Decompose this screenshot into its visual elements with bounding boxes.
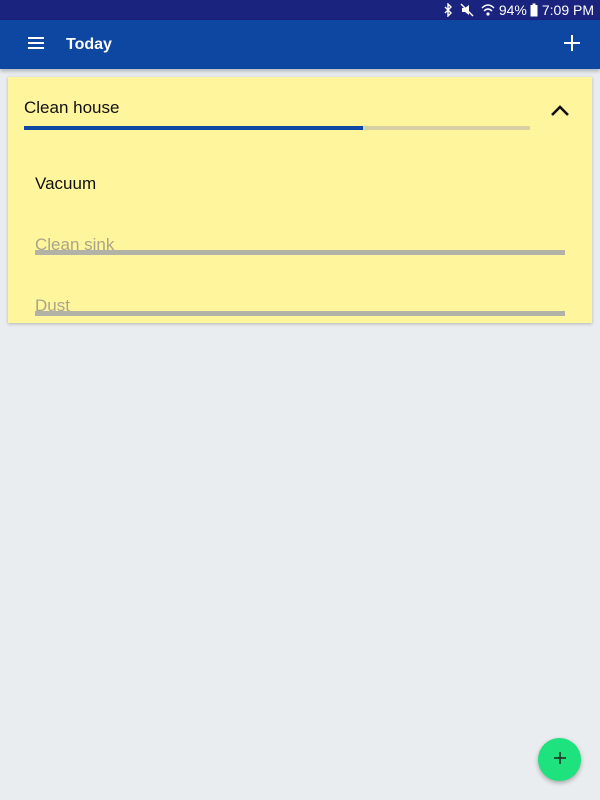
plus-icon xyxy=(564,34,580,56)
chevron-up-icon xyxy=(550,104,570,122)
menu-button[interactable] xyxy=(22,31,50,59)
battery-percent: 94% xyxy=(498,2,527,18)
subtask-item[interactable]: Clean sink xyxy=(24,220,574,270)
task-title: Clean house xyxy=(24,98,120,117)
mute-icon xyxy=(460,0,474,20)
subtask-label: Vacuum xyxy=(35,174,97,193)
collapse-button[interactable] xyxy=(546,101,574,125)
app-bar: Today xyxy=(0,20,600,69)
add-task-button[interactable] xyxy=(558,31,586,59)
page-title: Today xyxy=(66,36,112,53)
screen: 94% 7:09 PM Today Clean house Vacuum Cle… xyxy=(0,0,600,800)
bluetooth-icon xyxy=(443,0,453,20)
task-card[interactable]: Clean house Vacuum Clean sink Dust xyxy=(8,77,592,323)
hamburger-menu-icon xyxy=(28,36,44,54)
task-progress-bar xyxy=(24,126,530,130)
wifi-icon xyxy=(481,0,495,20)
plus-icon xyxy=(553,751,566,769)
floating-add-button[interactable] xyxy=(538,738,581,781)
battery-icon xyxy=(530,0,538,20)
strikethrough-line xyxy=(35,311,565,316)
clock: 7:09 PM xyxy=(541,2,594,18)
strikethrough-line xyxy=(35,250,565,255)
subtask-item[interactable]: Dust xyxy=(24,281,574,331)
status-bar: 94% 7:09 PM xyxy=(0,0,600,20)
task-progress-fill xyxy=(24,126,364,130)
subtask-item[interactable]: Vacuum xyxy=(24,159,574,209)
